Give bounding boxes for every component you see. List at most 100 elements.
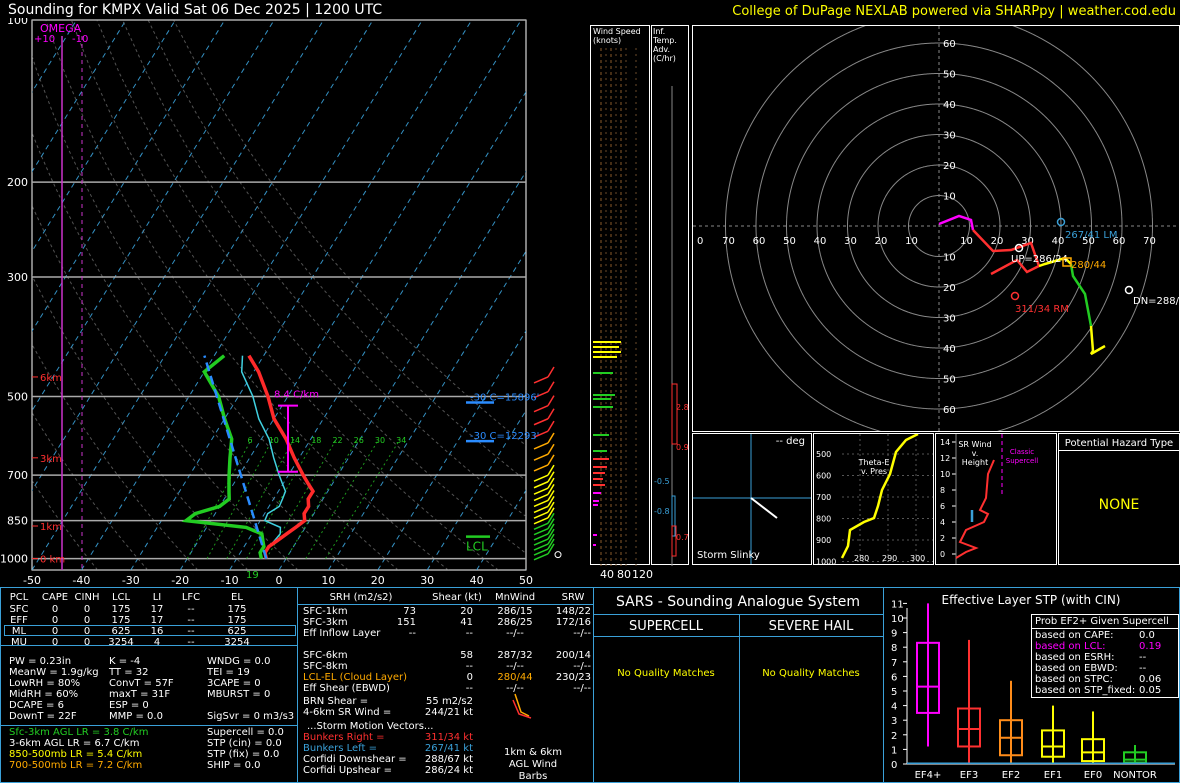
sr-ytick: 2 (940, 534, 945, 543)
hazard-panel: Potential Hazard Type NONE (1058, 433, 1180, 565)
wind-speed-bar (593, 500, 599, 502)
temp-tick: -20 (171, 574, 189, 587)
temp-adv-label: 2.8 (676, 403, 689, 412)
mix-ratio-label: 22 (332, 436, 342, 445)
wind-barb-flag (547, 512, 555, 524)
wind-speed-bar (593, 434, 609, 436)
hodo-trace-6-9 (1069, 263, 1093, 327)
wind-barb (533, 418, 549, 426)
pressure-label: 300 (7, 271, 28, 284)
wind-speed-bar (593, 484, 605, 486)
hodo-ring-label: 70 (1143, 236, 1156, 247)
hodo-trace-9-12 (1089, 325, 1106, 356)
temp-tick: 0 (276, 574, 283, 587)
parcel-cell: MU (11, 637, 27, 648)
slinky-svg (693, 434, 811, 564)
sr-ytick: 4 (940, 518, 945, 527)
wind-speed-bar (593, 466, 607, 468)
hodo-ring-label: 30 (943, 131, 956, 142)
sars-supercell: SUPERCELL (629, 619, 703, 634)
kinem-header: MnWind (494, 592, 536, 603)
wind-speed-svg (593, 48, 637, 566)
theta-xtick: 280 (854, 554, 869, 563)
lcl-label: LCL (466, 540, 488, 554)
omega-tick: -10 (72, 34, 88, 45)
ef-value: 0.05 (1139, 685, 1162, 696)
stp-ytick: 9 (891, 629, 897, 640)
stp-ytick: 4 (891, 702, 897, 713)
hazard-title: Potential Hazard Type (1064, 438, 1174, 449)
stp-ytick: 8 (891, 643, 897, 654)
wind-barb-flag (547, 523, 555, 535)
wind-speed-bar (593, 534, 597, 536)
height-label: 0 km (40, 555, 65, 566)
small-barbs (512, 693, 532, 719)
hodo-ring-label: 30 (943, 314, 956, 325)
temp-adv-label: -0.8 (654, 507, 670, 516)
pressure-label: 500 (7, 390, 28, 403)
pressure-label: 850 (7, 515, 28, 528)
parcel-cell: 0 (51, 637, 59, 648)
kinem-shear: -- (465, 628, 473, 639)
kinem-label: Eff Inflow Layer (303, 628, 381, 639)
wind-barb-flag (547, 454, 555, 466)
freezing-label: -30 C=12293' (470, 431, 539, 442)
stp-ytick: 7 (891, 658, 897, 669)
wind-barb-flag (547, 420, 555, 432)
wind-speed-bar (593, 341, 621, 343)
theta-xtick: 300 (910, 554, 925, 563)
kinem-header: SRW (561, 592, 585, 603)
temp-adv-panel: Inf. Temp. Adv.(C/hr) 2.8 0.9 -0.5 -0.8 0.7 (651, 25, 689, 566)
temp-tick: 10 (321, 574, 335, 587)
temp-adv-svg: 2.8 0.9 -0.5 -0.8 0.7 (654, 86, 689, 566)
hodo-ring-label: 50 (943, 375, 956, 386)
hodo-marker (1010, 291, 1020, 301)
composite-index: SHIP = 0.0 (207, 760, 261, 771)
wind-speed-panel: Wind Speed (knots) (590, 25, 650, 566)
temp-adv-label: 0.7 (676, 533, 689, 542)
wind-barb-flag (547, 528, 555, 540)
kinem-srh: -- (408, 628, 416, 639)
theta-e-svg: 500 600 700 800 900 1000 280 290 300 (816, 434, 933, 564)
wind-barb-flag (547, 395, 555, 407)
wind-speed-bar (593, 356, 617, 358)
header-title: Sounding for KMPX Valid Sat 06 Dec 2025 … (8, 2, 383, 18)
temp-adv-label: 0.9 (676, 443, 689, 452)
temp-tick: 20 (371, 574, 385, 587)
hodo-ring-label: 50 (783, 236, 796, 247)
ef-prob-box: Prob EF2+ Given Supercell based on CAPE:… (1031, 614, 1179, 698)
wind-tick-40: 40 (600, 568, 614, 581)
temp-adv-bar (671, 383, 678, 445)
wind-barb (533, 505, 549, 514)
pressure-label: 700 (7, 469, 28, 482)
hodo-ring-label: 30 (844, 236, 857, 247)
sr46-value: 244/21 kt (424, 707, 473, 718)
mix-ratio-label: 26 (354, 436, 364, 445)
wind-tick-120: 120 (632, 568, 653, 581)
wind-speed-bar (593, 458, 609, 460)
barb-1km (514, 693, 530, 717)
parcel-cell: 3254 (224, 637, 250, 648)
wind-barb (533, 481, 549, 489)
stp-category: EF4+ (915, 770, 942, 781)
kinem-mnwind: --/-- (506, 628, 524, 639)
wind-speed-bar (593, 472, 605, 474)
hodo-marker-label: 311/34 RM (1015, 304, 1069, 315)
kinem-label: Eff Shear (EBWD) (303, 683, 390, 694)
hodograph-svg: 1010101020202020303030304040404050505050… (693, 26, 1179, 431)
theta-profile (840, 434, 919, 559)
slinky-deg: -- deg (775, 436, 805, 447)
kinem-shear: -- (465, 683, 473, 694)
sr-wind-panel: 14 12 10 8 6 4 2 0 SR Wind v. Height Classic Su… (935, 433, 1057, 565)
mix-ratio-label: 30 (375, 436, 385, 445)
hodo-marker-label: DN=288/6 (1133, 296, 1179, 307)
stp-ytick: 3 (891, 716, 897, 727)
wind-barb (533, 522, 549, 530)
slinky-label: Storm Slinky (697, 550, 760, 561)
storm-motion-value: 286/24 kt (424, 765, 473, 776)
sr-ytick: 0 (940, 550, 945, 559)
temp-tick: -40 (72, 574, 90, 587)
sr-profile (955, 459, 995, 559)
wind-speed-bar (593, 478, 603, 480)
stp-category: EF2 (1002, 770, 1020, 781)
